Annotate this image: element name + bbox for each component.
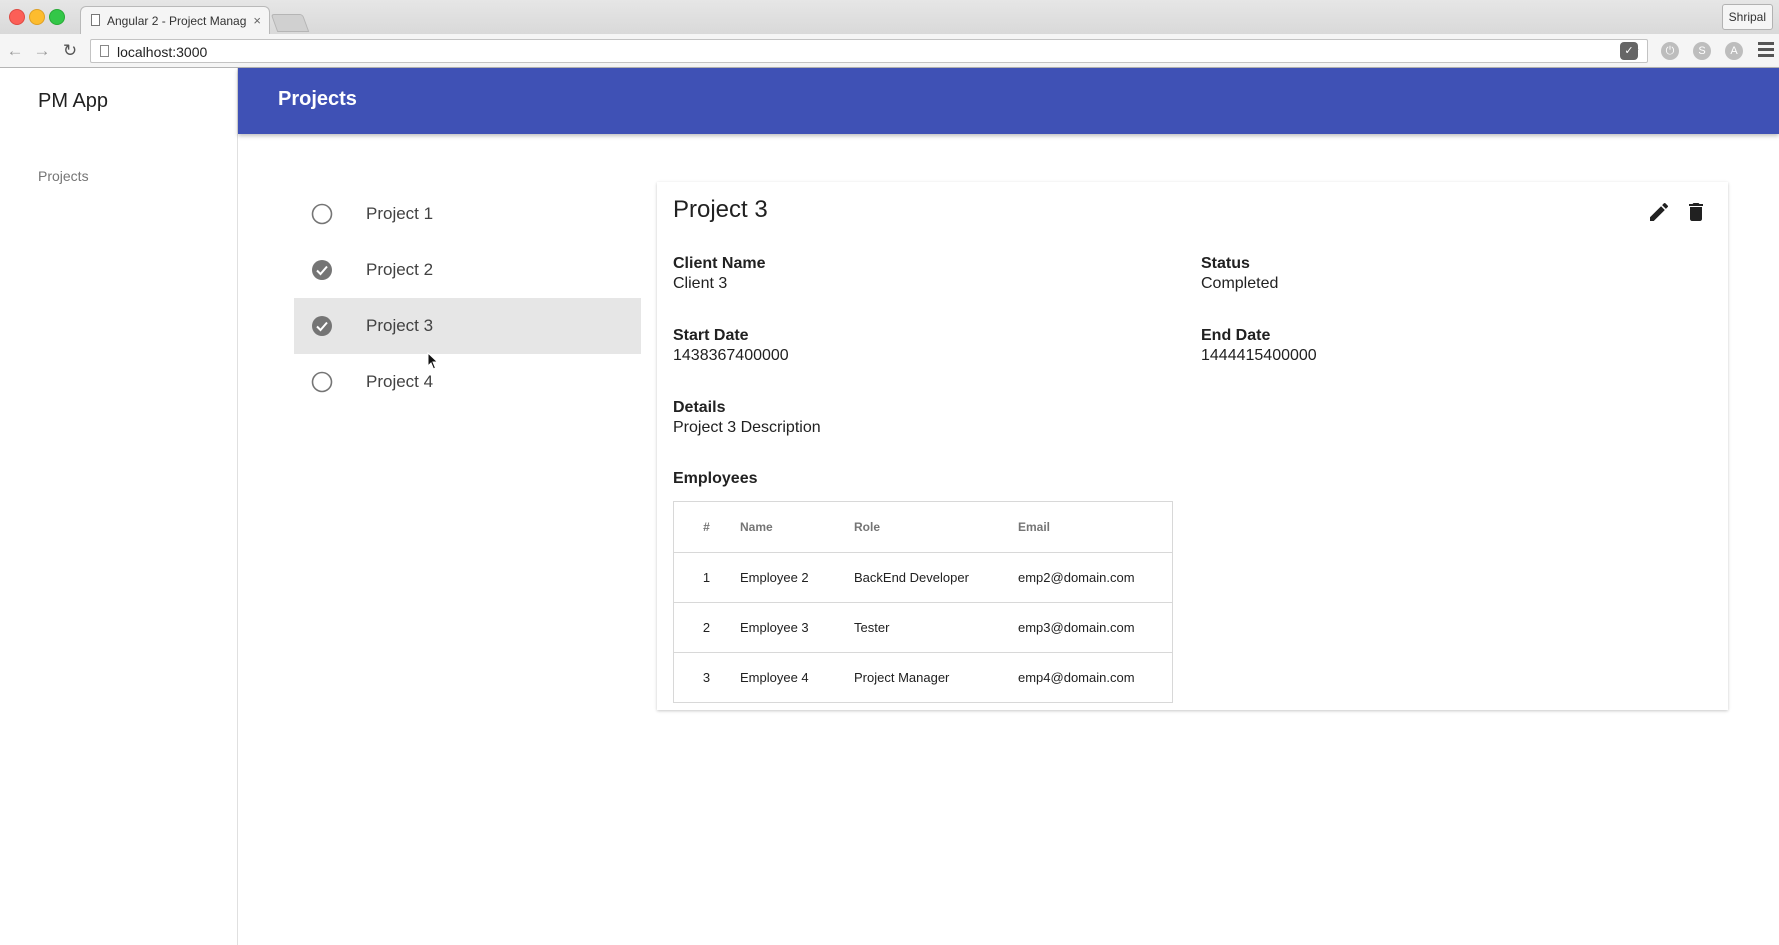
details-label: Details xyxy=(673,399,726,416)
project-detail-card: Project 3 Client Name Client 3 Status Co… xyxy=(657,182,1728,710)
angular-extension-icon[interactable]: A xyxy=(1725,42,1743,60)
end-date-label: End Date xyxy=(1201,327,1271,344)
project-list-item-selected[interactable]: Project 3 xyxy=(294,298,641,354)
employee-name: Employee 2 xyxy=(739,552,853,603)
details-value: Project 3 Description xyxy=(673,419,821,436)
end-date-value: 1444415400000 xyxy=(1201,347,1317,364)
reload-icon[interactable]: ↻ xyxy=(60,41,80,61)
employee-email: emp2@domain.com xyxy=(1017,552,1173,603)
tab-close-icon[interactable]: × xyxy=(253,13,261,29)
project-name: Project 4 xyxy=(366,372,434,391)
project-list-item[interactable]: Project 1 xyxy=(294,186,641,242)
url-text[interactable]: localhost:3000 xyxy=(117,44,207,60)
project-list: Project 1 Project 2 Project 3 Project 4 xyxy=(294,186,641,410)
unchecked-circle-icon[interactable] xyxy=(311,371,333,393)
employee-role: Tester xyxy=(853,602,1017,653)
app-header: Projects xyxy=(238,68,1779,134)
table-row: 1 Employee 2 BackEnd Developer emp2@doma… xyxy=(673,552,1173,603)
column-header-number: # xyxy=(673,501,739,553)
delete-trash-icon[interactable] xyxy=(1684,200,1708,224)
power-extension-icon[interactable]: ⏻ xyxy=(1661,42,1679,60)
tab-title: Angular 2 - Project Manag xyxy=(107,14,247,28)
employee-name: Employee 3 xyxy=(739,602,853,653)
minimize-window-button[interactable] xyxy=(29,9,45,25)
skype-extension-icon[interactable]: S xyxy=(1693,42,1711,60)
browser-toolbar: ← → ↻ localhost:3000 ☆ ✓ ⏻ S A xyxy=(0,34,1779,68)
employee-name: Employee 4 xyxy=(739,652,853,703)
close-window-button[interactable] xyxy=(9,9,25,25)
row-number: 3 xyxy=(673,652,739,703)
page-icon xyxy=(91,14,100,26)
browser-menu-icon[interactable] xyxy=(1758,42,1774,60)
project-title: Project 3 xyxy=(673,196,768,223)
sidebar-item-projects[interactable]: Projects xyxy=(38,168,89,184)
start-date-field: Start Date 1438367400000 xyxy=(673,326,789,366)
mouse-cursor-icon xyxy=(427,352,439,370)
status-field: Status Completed xyxy=(1201,254,1278,294)
app-logo: PM App xyxy=(38,90,109,112)
project-name: Project 3 xyxy=(366,316,434,335)
page-icon xyxy=(100,45,109,57)
details-field: Details Project 3 Description xyxy=(673,398,821,438)
status-value: Completed xyxy=(1201,275,1279,292)
client-name-field: Client Name Client 3 xyxy=(673,254,765,294)
browser-tab[interactable]: Angular 2 - Project Manag × xyxy=(80,6,270,34)
column-header-name: Name xyxy=(739,501,853,553)
profile-button[interactable]: Shripal xyxy=(1721,4,1773,30)
app-sidebar: PM App Projects xyxy=(0,68,238,945)
unchecked-circle-icon[interactable] xyxy=(311,203,333,225)
browser-tab-strip: Angular 2 - Project Manag × Shripal xyxy=(0,0,1779,34)
forward-arrow-icon[interactable]: → xyxy=(32,41,52,61)
table-row: 3 Employee 4 Project Manager emp4@domain… xyxy=(673,652,1173,703)
project-name: Project 2 xyxy=(366,260,434,279)
employees-heading: Employees xyxy=(673,470,758,487)
edit-pencil-icon[interactable] xyxy=(1647,200,1671,224)
end-date-field: End Date 1444415400000 xyxy=(1201,326,1317,366)
check-circle-icon[interactable] xyxy=(311,259,333,281)
start-date-value: 1438367400000 xyxy=(673,347,789,364)
project-name: Project 1 xyxy=(366,204,434,223)
employees-table: # Name Role Email 1 Employee 2 BackEnd D… xyxy=(673,501,1173,703)
new-tab-button[interactable] xyxy=(270,14,310,32)
project-list-item[interactable]: Project 2 xyxy=(294,242,641,298)
client-name-label: Client Name xyxy=(673,255,766,272)
address-bar[interactable]: localhost:3000 ☆ xyxy=(90,39,1648,63)
maximize-window-button[interactable] xyxy=(49,9,65,25)
check-circle-icon[interactable] xyxy=(311,315,333,337)
table-header-row: # Name Role Email xyxy=(673,501,1173,553)
table-row: 2 Employee 3 Tester emp3@domain.com xyxy=(673,602,1173,653)
row-number: 1 xyxy=(673,552,739,603)
status-label: Status xyxy=(1201,255,1250,272)
pocket-extension-icon[interactable]: ✓ xyxy=(1620,42,1638,60)
back-arrow-icon[interactable]: ← xyxy=(5,41,25,61)
client-name-value: Client 3 xyxy=(673,275,728,292)
employee-email: emp4@domain.com xyxy=(1017,652,1173,703)
employee-role: BackEnd Developer xyxy=(853,552,1017,603)
page-title: Projects xyxy=(278,88,357,110)
column-header-email: Email xyxy=(1017,501,1173,553)
employee-email: emp3@domain.com xyxy=(1017,602,1173,653)
row-number: 2 xyxy=(673,602,739,653)
employee-role: Project Manager xyxy=(853,652,1017,703)
start-date-label: Start Date xyxy=(673,327,749,344)
project-list-item[interactable]: Project 4 xyxy=(294,354,641,410)
column-header-role: Role xyxy=(853,501,1017,553)
